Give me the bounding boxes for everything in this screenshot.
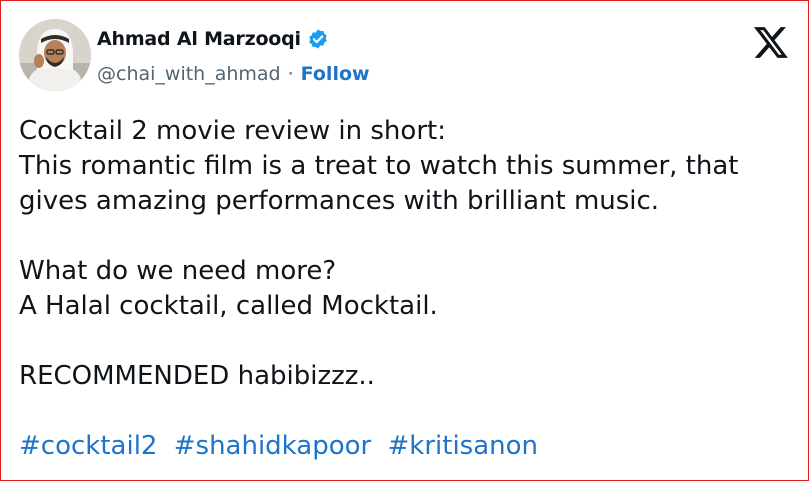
author-handle-row: @chai_with_ahmad · Follow (97, 63, 370, 85)
hashtag-link[interactable]: #kritisanon (388, 431, 539, 461)
verified-badge-icon (307, 28, 329, 50)
avatar-image (19, 19, 91, 91)
x-logo-icon[interactable] (754, 27, 788, 58)
tweet-embed-card: Ahmad Al Marzooqi @chai_with_ahmad · Fol… (0, 0, 809, 481)
tweet-line: A Halal cocktail, called Mocktail. (19, 291, 438, 321)
author-name-row: Ahmad Al Marzooqi (97, 28, 329, 50)
tweet-line: Cocktail 2 movie review in short: (19, 116, 446, 146)
follow-button[interactable]: Follow (301, 63, 370, 85)
hashtag-row: #cocktail2 #shahidkapoor #kritisanon (19, 429, 790, 464)
author-handle[interactable]: @chai_with_ahmad (97, 63, 281, 85)
hashtag-link[interactable]: #shahidkapoor (174, 431, 372, 461)
tweet-line: gives amazing performances with brillian… (19, 186, 660, 216)
hashtag-link[interactable]: #cocktail2 (19, 431, 157, 461)
separator-dot: · (287, 63, 294, 85)
tweet-line: What do we need more? (19, 256, 337, 286)
tweet-text: Cocktail 2 movie review in short: This r… (19, 114, 790, 464)
author-display-name[interactable]: Ahmad Al Marzooqi (97, 28, 301, 50)
avatar[interactable] (19, 19, 91, 91)
tweet-header: Ahmad Al Marzooqi @chai_with_ahmad · Fol… (19, 19, 790, 95)
tweet-line: RECOMMENDED habibizzz.. (19, 361, 375, 391)
tweet-line: This romantic film is a treat to watch t… (19, 151, 739, 181)
